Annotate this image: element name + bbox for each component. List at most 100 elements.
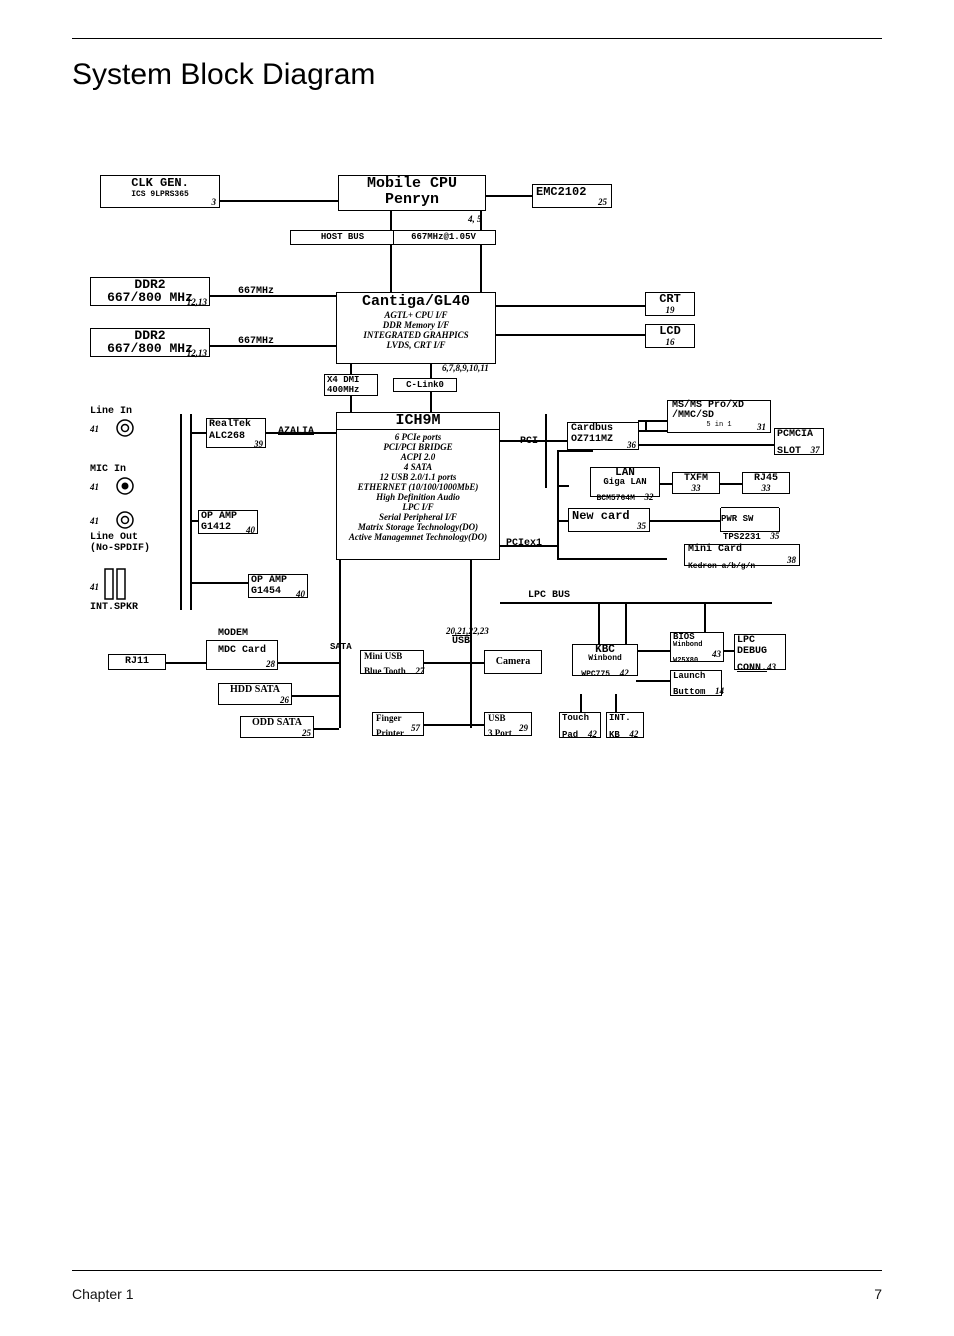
mc-l2: Kedron a/b/g/n <box>688 562 755 571</box>
kb-l1: INT. <box>609 713 641 724</box>
gmch-title: Cantiga/GL40 <box>337 293 495 310</box>
hdd-l1: HDD SATA <box>219 684 291 695</box>
hdd-ref: 26 <box>280 695 289 705</box>
pcmcia-ref: 37 <box>811 445 820 455</box>
block-opamp2: OP AMP G1454 40 <box>248 574 308 598</box>
block-ich: ICH9M 6 PCIe ports PCI/PCI BRIDGE ACPI 2… <box>336 412 500 560</box>
gmch-item0: AGTL+ CPU I/F <box>337 310 495 320</box>
block-ddr2-bot: DDR2 667/800 MHz 12,13 <box>90 328 210 357</box>
txfm-ref: 33 <box>673 483 719 493</box>
kbc-l2: Winbond <box>573 655 637 663</box>
clk-gen-ref: 3 <box>212 197 217 207</box>
bios-ref: 43 <box>712 649 721 659</box>
modem-ref: 28 <box>266 659 275 669</box>
pwrsw-l2: TPS2231 <box>723 532 761 542</box>
jack-line-out <box>115 510 135 530</box>
block-txfm: TXFM 33 <box>672 472 720 494</box>
lan-l2: Giga LAN <box>591 478 659 487</box>
tp-ref: 42 <box>588 729 597 739</box>
block-bios: BIOS Winbond W25X80 43 <box>670 632 724 662</box>
block-lpcdebug: LPC DEBUG CONN.43 <box>734 634 786 670</box>
block-odd: ODD SATA 25 <box>240 716 314 738</box>
emc-ref: 25 <box>598 197 607 207</box>
footer-page: 7 <box>874 1286 882 1302</box>
cr-l2: /MMC/SD <box>672 411 766 421</box>
crt-l1: CRT <box>646 293 694 305</box>
block-launch: Launch Buttom 14 <box>670 670 722 696</box>
block-minicard: Mini Card Kedron a/b/g/n 38 <box>684 544 800 566</box>
fp-ref: 57 <box>411 723 420 733</box>
block-usb3: USB 3 Port 29 <box>484 712 532 736</box>
mu-l1: Mini USB <box>364 651 420 661</box>
kbc-l3: WPC775 <box>581 670 610 679</box>
bus-667-bot: 667MHz <box>238 336 274 347</box>
block-rj11: RJ11 <box>108 654 166 670</box>
ref-intspkr41: 41 <box>90 582 99 592</box>
usb-ref: 20,21,22,23 <box>446 626 489 636</box>
block-pwrsw: PWR SW TPS2231 35 <box>720 508 780 532</box>
crt-ref: 19 <box>646 305 694 315</box>
lpc-bus-label: LPC BUS <box>528 590 570 601</box>
kb-ref: 42 <box>629 729 638 739</box>
usb-label: USB <box>452 636 470 647</box>
ich-i3: 4 SATA <box>337 462 499 472</box>
block-dmi: X4 DMI 400MHz <box>324 374 378 396</box>
block-realtek: RealTek ALC268 39 <box>206 418 266 448</box>
tp-l1: Touch <box>562 713 598 724</box>
pwrsw-ref: 35 <box>770 531 779 541</box>
block-crt: CRT 19 <box>645 292 695 316</box>
block-hdd: HDD SATA 26 <box>218 683 292 705</box>
bios-l2: Winbond <box>673 642 721 649</box>
tp-l2: Pad <box>562 730 578 740</box>
block-opamp1: OP AMP G1412 40 <box>198 510 258 534</box>
block-host-bus: HOST BUS667MHz@1.05V <box>290 230 496 245</box>
camera-l1: Camera <box>496 656 530 667</box>
u3-ref: 29 <box>519 723 528 733</box>
gmch-ref: 6,7,8,9,10,11 <box>442 363 489 373</box>
pcmcia-l1: PCMCIA <box>777 429 821 440</box>
ref-lineout41: 41 <box>90 516 99 526</box>
clink-l: C-Link0 <box>406 380 444 390</box>
lcd-l1: LCD <box>646 325 694 337</box>
cb-l2: OZ711MZ <box>571 434 635 445</box>
ref-linein: 41 <box>90 424 99 434</box>
kb-l2: KB <box>609 730 620 740</box>
op2-ref: 40 <box>296 589 305 599</box>
block-lan: LAN Giga LAN BCM5764M 32 <box>590 467 660 497</box>
op1-l1: OP AMP <box>201 511 255 522</box>
rj11-l: RJ11 <box>125 656 149 667</box>
ich-title: ICH9M <box>337 413 499 429</box>
bottom-rule <box>72 1270 882 1271</box>
dmi-l2: 400MHz <box>327 385 377 395</box>
block-finger: Finger Printer 57 <box>372 712 424 736</box>
block-emc: EMC2102 25 <box>532 184 612 208</box>
mu-l2: Blue Tooth <box>364 666 406 676</box>
ld-ref: 43 <box>767 662 776 672</box>
cb-l1: Cardbus <box>571 423 635 434</box>
ich-i6: High Definition Audio <box>337 492 499 502</box>
rj45-ref: 33 <box>743 483 789 493</box>
lan-ref: 32 <box>645 492 654 502</box>
ich-i0: 6 PCIe ports <box>337 432 499 442</box>
block-touchpad: Touch Pad 42 <box>559 712 601 738</box>
kbc-ref: 42 <box>620 668 629 678</box>
mu-ref: 27 <box>415 666 424 676</box>
cpu-l1: Mobile CPU <box>339 176 485 192</box>
mc-l1: Mini Card <box>688 545 796 555</box>
bus-667-top: 667MHz <box>238 286 274 297</box>
ich-i8: Serial Peripheral I/F <box>337 512 499 522</box>
label-nospdif: (No-SPDIF) <box>90 543 150 554</box>
ich-i7: LPC I/F <box>337 502 499 512</box>
cpu-ref: 4, 5 <box>468 214 482 224</box>
block-rj45: RJ45 33 <box>742 472 790 494</box>
clk-gen-title: CLK GEN. <box>101 176 219 190</box>
cpu-l2: Penryn <box>339 192 485 208</box>
label-line-out: Line Out <box>90 532 138 543</box>
page-title: System Block Diagram <box>72 58 375 92</box>
ich-i10: Active Managemnet Technology(DO) <box>337 532 499 542</box>
la-l2: Buttom <box>673 687 705 697</box>
ddr2t-ref: 12,13 <box>187 297 207 307</box>
gmch-item1: DDR Memory I/F <box>337 320 495 330</box>
nc-ref: 35 <box>637 521 646 531</box>
label-int-spkr: INT.SPKR <box>90 602 138 613</box>
